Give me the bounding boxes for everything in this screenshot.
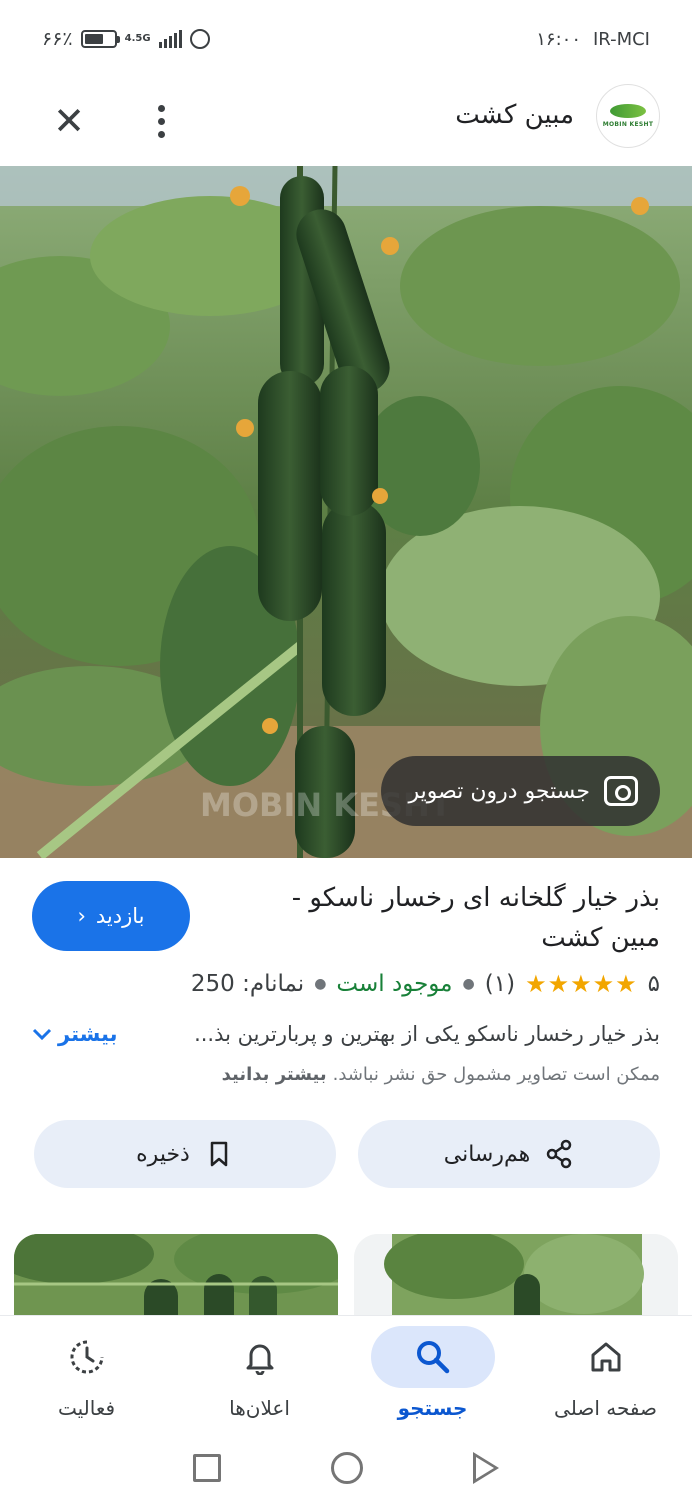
status-bar: ۶۶٪ 4.5G ۱۶:۰۰ IR-MCI [0, 0, 692, 78]
more-button[interactable]: بیشتر [32, 1022, 117, 1046]
cucumber-plant-photo: MOBIN KESHT [0, 166, 692, 858]
copyright-notice: ممکن است تصاویر مشمول حق نشر نباشد. بیشت… [222, 1056, 660, 1092]
save-label: ذخیره [136, 1141, 190, 1167]
related-result-thumbnail[interactable] [354, 1234, 678, 1324]
logo-text: MOBIN KESHT [602, 121, 654, 128]
related-result-thumbnail[interactable] [14, 1234, 338, 1324]
nav-home-label: صفحه اصلی [554, 1396, 657, 1420]
home-system-icon[interactable] [331, 1452, 363, 1484]
activity-history-icon [70, 1340, 103, 1374]
alarm-icon [189, 29, 210, 49]
bookmark-icon [210, 1141, 228, 1167]
nav-search[interactable]: جستجو [346, 1316, 519, 1436]
nav-activity-label: فعالیت [57, 1396, 116, 1420]
chevron-left-icon: ‹ [77, 904, 86, 928]
recents-icon[interactable] [193, 1454, 221, 1482]
result-title[interactable]: بذر خیار گلخانه ای رخسار ناسکو - مبین کش… [240, 878, 660, 958]
related-image [14, 1234, 338, 1324]
visit-button[interactable]: بازدید ‹ [32, 881, 190, 951]
system-navigation-bar [0, 1436, 692, 1500]
site-logo[interactable]: MOBIN KESHT [596, 84, 660, 148]
nav-notifications-label: اعلان‌ها [229, 1396, 290, 1420]
status-left: ۶۶٪ 4.5G [42, 28, 210, 50]
search-icon-wrap [370, 1326, 495, 1388]
save-button[interactable]: ذخیره [34, 1120, 336, 1188]
battery-icon [80, 30, 120, 48]
more-vert-icon[interactable] [136, 96, 186, 146]
network-type: 4.5G [124, 33, 151, 44]
nav-home[interactable]: صفحه اصلی [519, 1316, 692, 1436]
battery-fill [84, 34, 104, 44]
bottom-navigation: صفحه اصلی جستجو اعلان‌ها فعالیت [0, 1316, 692, 1436]
review-count: (۱) [484, 971, 516, 997]
nav-notifications[interactable]: اعلان‌ها [173, 1316, 346, 1436]
separator-dot: ● [314, 976, 327, 992]
star-rating-icon: ★★★★★ [525, 970, 638, 998]
learn-more-link[interactable]: بیشتر بدانید [222, 1064, 327, 1085]
battery-percent: ۶۶٪ [42, 28, 73, 50]
rating-value: ۵ [647, 971, 660, 997]
nav-activity[interactable]: فعالیت [0, 1316, 173, 1436]
activity-icon-wrap [25, 1326, 149, 1388]
bell-icon-wrap [198, 1326, 322, 1388]
back-icon[interactable] [473, 1452, 499, 1484]
lens-label: جستجو درون تصویر [408, 778, 590, 804]
home-icon [591, 1342, 620, 1372]
chevron-down-icon [32, 1028, 52, 1041]
close-icon[interactable]: ✕ [44, 96, 94, 146]
site-name[interactable]: مبین کشت [455, 100, 574, 130]
logo-leaf-icon [610, 104, 646, 118]
nav-search-label: جستجو [397, 1396, 468, 1420]
visit-label: بازدید [95, 904, 145, 928]
home-icon-wrap [544, 1326, 668, 1388]
availability-status: موجود است [336, 971, 453, 997]
more-label: بیشتر [58, 1022, 118, 1046]
bell-icon [246, 1344, 273, 1375]
search-inside-image-button[interactable]: جستجو درون تصویر [380, 756, 660, 826]
separator-dot: ● [462, 976, 475, 992]
share-icon [546, 1139, 572, 1169]
price-label: نمانام: 250 [190, 971, 305, 997]
share-label: هم‌رسانی [443, 1141, 531, 1167]
google-lens-icon [604, 776, 638, 806]
result-header: ✕ مبین کشت MOBIN KESHT [0, 78, 692, 166]
share-button[interactable]: هم‌رسانی [358, 1120, 660, 1188]
related-image [354, 1234, 678, 1324]
clock: ۱۶:۰۰ [536, 28, 581, 50]
signal-icon [158, 30, 182, 48]
search-icon [416, 1341, 449, 1374]
status-right: ۱۶:۰۰ IR-MCI [536, 29, 650, 50]
description-text: بذر خیار رخسار ناسکو یکی از بهترین و پرب… [194, 1022, 660, 1046]
meta-row: ۵ ★★★★★ (۱) ● موجود است ● نمانام: 250 [191, 964, 660, 1004]
carrier: IR-MCI [593, 28, 650, 50]
description-row: بذر خیار رخسار ناسکو یکی از بهترین و پرب… [32, 1014, 660, 1054]
copyright-text: ممکن است تصاویر مشمول حق نشر نباشد. [332, 1063, 660, 1085]
result-image[interactable]: MOBIN KESHT جستجو درون تصویر [0, 166, 692, 858]
